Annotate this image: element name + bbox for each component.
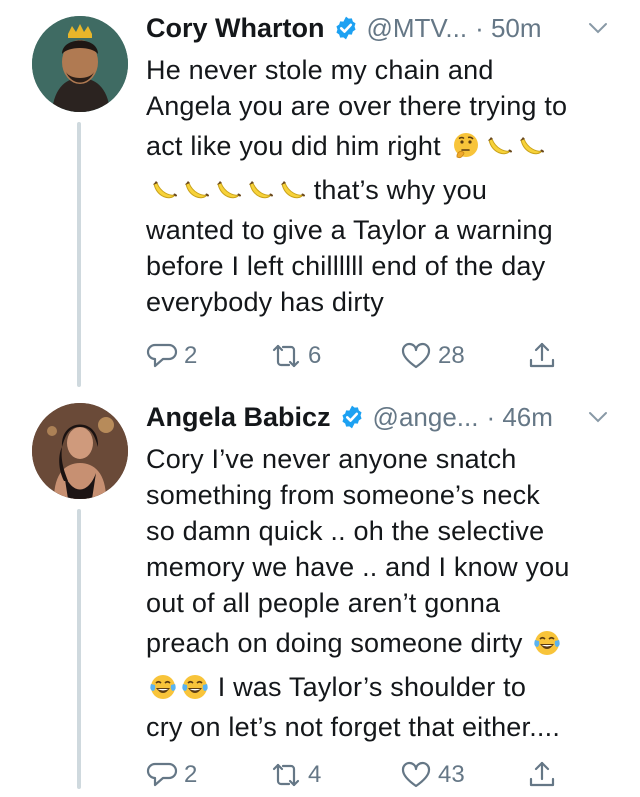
tweet-text-line: I was Taylor’s shoulder to — [146, 665, 624, 709]
tears-of-joy-emoji — [148, 672, 178, 702]
like-button[interactable]: 28 — [400, 340, 465, 372]
retweet-count: 4 — [308, 761, 322, 788]
heart-icon — [401, 342, 431, 369]
tweet-text-line: before I left chillllll end of the day — [146, 251, 546, 281]
banana-emoji — [244, 175, 274, 205]
tears-of-joy-emoji — [532, 628, 562, 658]
tweet-text-segment: I was Taylor’s shoulder to — [217, 672, 527, 702]
thread-line — [77, 122, 81, 387]
tweet-body: Cory Wharton @MTV... · 50m He never stol… — [146, 0, 624, 320]
tweet-text-line: that’s why you — [146, 168, 624, 212]
tweet-text-line: cry on let’s not forget that either.... — [146, 712, 561, 742]
share-icon — [529, 342, 555, 368]
tweet-timestamp[interactable]: · 46m — [486, 402, 552, 433]
tweet-text-line: out of all people aren’t gonna — [146, 588, 501, 618]
tweet-text-line: so damn quick .. oh the selective — [146, 516, 545, 546]
tweet-text-line: Cory I’ve never anyone snatch — [146, 444, 517, 474]
banana-emoji — [180, 175, 210, 205]
like-count: 43 — [438, 761, 465, 788]
avatar[interactable] — [32, 16, 128, 112]
like-button[interactable]: 43 — [400, 759, 465, 791]
chevron-down-icon[interactable] — [586, 16, 610, 40]
tweet-header: Angela Babicz @ange... · 46m — [146, 395, 624, 439]
retweet-button[interactable]: 6 — [270, 340, 321, 372]
author-name[interactable]: Cory Wharton — [146, 13, 325, 44]
tweet-text-segment: preach on doing someone dirty — [146, 628, 523, 658]
banana-emoji — [483, 131, 513, 161]
tweet-header: Cory Wharton @MTV... · 50m — [146, 6, 624, 50]
share-icon — [529, 761, 555, 787]
share-button[interactable] — [526, 340, 558, 372]
chevron-down-icon[interactable] — [586, 405, 610, 429]
author-handle[interactable]: @ange... — [373, 402, 479, 433]
tweet-text: He never stole my chain and Angela you a… — [146, 52, 624, 320]
tweet-text-segment: act like you did him right — [146, 131, 441, 161]
retweet-icon — [272, 763, 300, 787]
share-button[interactable] — [526, 759, 558, 791]
tweet-text-line: act like you did him right — [146, 124, 624, 168]
reply-button[interactable]: 2 — [146, 759, 197, 791]
banana-emoji — [212, 175, 242, 205]
banana-emoji — [276, 175, 306, 205]
tweet-text: Cory I’ve never anyone snatch something … — [146, 441, 624, 745]
reply-button[interactable]: 2 — [146, 340, 197, 372]
tweet-body: Angela Babicz @ange... · 46m Cory I’ve n… — [146, 393, 624, 745]
tweet-actions: 2 4 43 — [146, 755, 586, 795]
reply-icon — [146, 343, 178, 368]
verified-badge-icon — [333, 15, 359, 41]
author-name[interactable]: Angela Babicz — [146, 402, 331, 433]
retweet-icon — [272, 344, 300, 368]
reply-icon — [146, 762, 178, 787]
banana-emoji — [148, 175, 178, 205]
tweet-actions: 2 6 28 — [146, 336, 586, 376]
retweet-button[interactable]: 4 — [270, 759, 321, 791]
heart-icon — [401, 761, 431, 788]
retweet-count: 6 — [308, 342, 322, 369]
tweet-text-line: memory we have .. and I know you — [146, 552, 570, 582]
tweet[interactable]: Cory Wharton @MTV... · 50m He never stol… — [0, 0, 640, 393]
tweet-text-line: preach on doing someone dirty — [146, 621, 624, 665]
tweet-text-line: everybody has dirty — [146, 287, 384, 317]
tweet-text-line: wanted to give a Taylor a warning — [146, 215, 553, 245]
reply-count: 2 — [184, 761, 198, 788]
tweet-text-segment: that’s why you — [313, 175, 488, 205]
tweet-text-line: He never stole my chain and — [146, 55, 494, 85]
verified-badge-icon — [339, 404, 365, 430]
thread-line — [77, 509, 81, 789]
reply-count: 2 — [184, 342, 198, 369]
tweet-timestamp[interactable]: · 50m — [475, 13, 541, 44]
thinking-face-emoji — [451, 131, 481, 161]
tweet-text-line: Angela you are over there trying to — [146, 91, 568, 121]
tweet[interactable]: Angela Babicz @ange... · 46m Cory I’ve n… — [0, 393, 640, 797]
author-handle[interactable]: @MTV... — [367, 13, 468, 44]
banana-emoji — [515, 131, 545, 161]
like-count: 28 — [438, 342, 465, 369]
tweet-text-line: something from someone’s neck — [146, 480, 540, 510]
avatar[interactable] — [32, 403, 128, 499]
tears-of-joy-emoji — [180, 672, 210, 702]
